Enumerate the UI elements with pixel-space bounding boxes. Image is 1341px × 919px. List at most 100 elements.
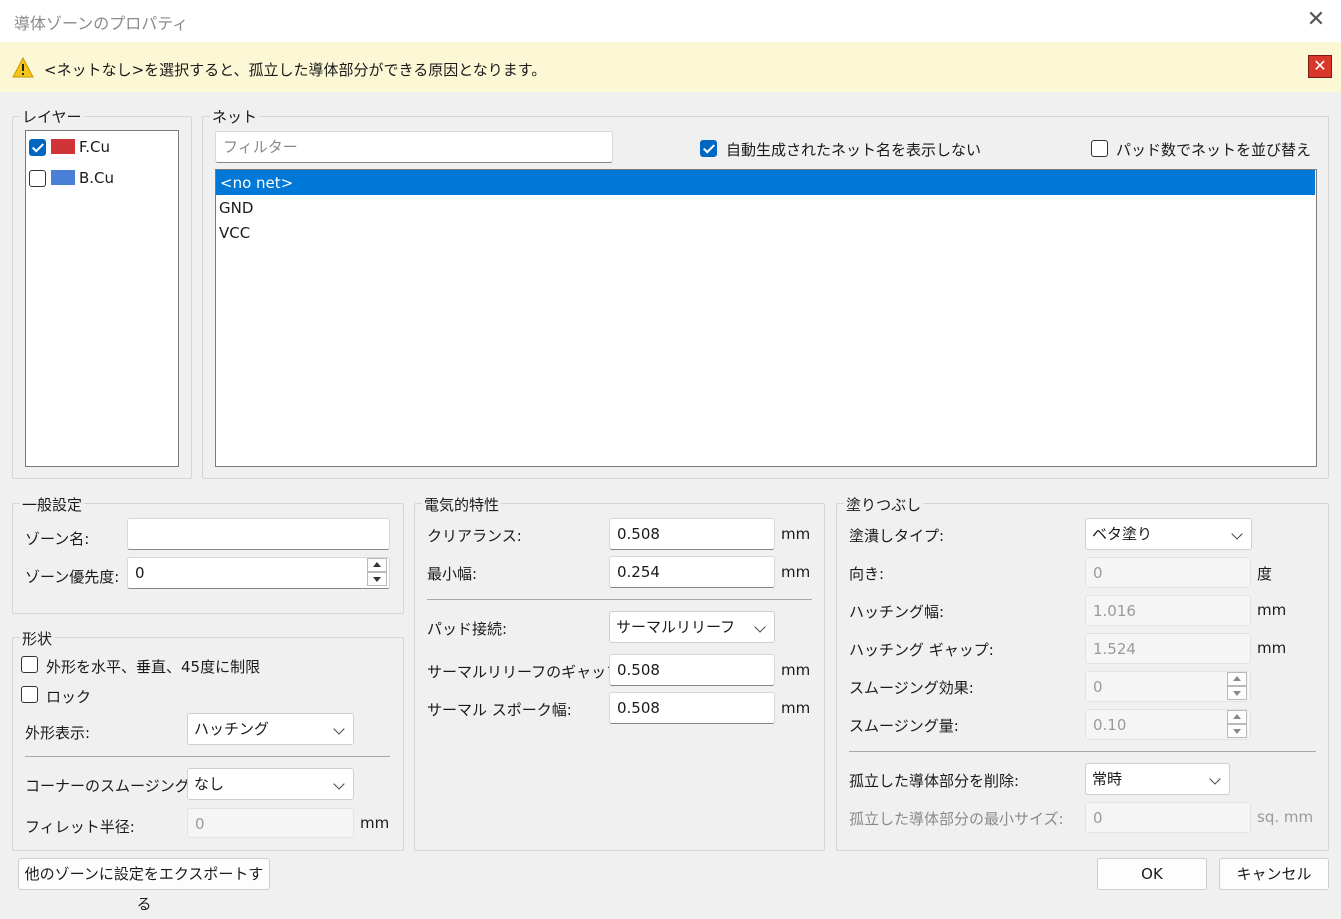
spin-up-icon bbox=[1233, 714, 1241, 719]
net-item-no-net: <no net> bbox=[220, 174, 294, 192]
fillet-radius-unit: mm bbox=[360, 814, 390, 832]
window-title: 導体ゾーンのプロパティ bbox=[14, 14, 189, 33]
electrical-label: 電気的特性 bbox=[422, 494, 502, 515]
clearance-label: クリアランス: bbox=[427, 527, 522, 545]
sort-by-pads-checkbox[interactable] bbox=[1091, 140, 1108, 157]
pad-connection-value: サーマルリリーフ bbox=[616, 618, 736, 636]
outline-display-value: ハッチング bbox=[194, 720, 270, 738]
pad-connection-label: パッド接続: bbox=[427, 620, 508, 638]
warning-message: <ネットなし>を選択すると、孤立した導体部分ができる原因となります。 bbox=[44, 61, 547, 79]
chevron-down-icon bbox=[1231, 528, 1243, 540]
hatch-width-unit: mm bbox=[1257, 601, 1287, 619]
hatch-gap-input[interactable]: 1.524 bbox=[1085, 633, 1251, 664]
fillet-radius-input[interactable]: 0 bbox=[187, 808, 354, 838]
fill-type-label: 塗潰しタイプ: bbox=[849, 527, 945, 545]
outline-display-select[interactable]: ハッチング bbox=[187, 713, 354, 745]
close-icon[interactable]: ✕ bbox=[1303, 6, 1329, 34]
net-filter-input[interactable]: フィルター bbox=[215, 131, 613, 163]
chevron-down-icon bbox=[754, 621, 766, 633]
fill-type-value: ベタ塗り bbox=[1092, 525, 1153, 543]
title-bar bbox=[0, 0, 1341, 42]
remove-islands-label: 孤立した導体部分を削除: bbox=[849, 772, 1020, 790]
net-item-gnd[interactable]: GND bbox=[219, 199, 253, 217]
hide-auto-nets-label: 自動生成されたネット名を表示しない bbox=[726, 141, 982, 159]
export-settings-button[interactable]: 他のゾーンに設定をエクスポートする bbox=[18, 858, 270, 913]
zone-priority-label: ゾーン優先度: bbox=[25, 568, 120, 586]
min-island-input[interactable]: 0 bbox=[1085, 802, 1251, 833]
min-width-unit: mm bbox=[781, 563, 811, 581]
zone-priority-input[interactable]: 0 bbox=[127, 557, 390, 589]
warning-close-icon[interactable]: ✕ bbox=[1308, 55, 1332, 78]
net-filter-placeholder: フィルター bbox=[223, 138, 298, 156]
layer-label-bcu: B.Cu bbox=[79, 169, 115, 187]
zone-name-label: ゾーン名: bbox=[25, 530, 90, 548]
orientation-input[interactable]: 0 bbox=[1085, 557, 1251, 588]
fill-divider bbox=[849, 751, 1316, 752]
net-item-vcc[interactable]: VCC bbox=[219, 224, 250, 242]
chevron-down-icon bbox=[1209, 773, 1221, 785]
shape-divider bbox=[25, 756, 390, 757]
lock-label: ロック bbox=[46, 688, 92, 706]
net-list-item-selected[interactable] bbox=[216, 170, 1315, 195]
layer-checkbox-fcu[interactable] bbox=[29, 139, 46, 156]
min-island-unit: sq. mm bbox=[1257, 808, 1314, 826]
smoothing-effort-spin-up[interactable] bbox=[1227, 672, 1247, 686]
spin-down-icon bbox=[1233, 729, 1241, 734]
priority-spin-up[interactable] bbox=[367, 558, 387, 572]
general-label: 一般設定 bbox=[20, 494, 85, 515]
clearance-input[interactable]: 0.508 bbox=[609, 518, 775, 550]
smoothing-effort-label: スムージング効果: bbox=[849, 679, 974, 697]
smoothing-amount-label: スムージング量: bbox=[849, 717, 959, 735]
lock-checkbox[interactable] bbox=[21, 686, 38, 703]
outline-display-label: 外形表示: bbox=[25, 724, 91, 742]
remove-islands-value: 常時 bbox=[1092, 770, 1123, 788]
constrain-outline-label: 外形を水平、垂直、45度に制限 bbox=[46, 658, 261, 676]
sort-by-pads-label: パッド数でネットを並び替え bbox=[1116, 141, 1312, 159]
corner-smoothing-label: コーナーのスムージング: bbox=[25, 777, 195, 795]
electrical-divider bbox=[427, 599, 812, 600]
zone-name-input[interactable] bbox=[127, 518, 390, 550]
chevron-down-icon bbox=[333, 723, 345, 735]
layers-label: レイヤー bbox=[20, 106, 84, 127]
warning-icon bbox=[12, 57, 34, 78]
min-width-label: 最小幅: bbox=[427, 565, 478, 583]
hatch-gap-label: ハッチング ギャップ: bbox=[849, 641, 994, 659]
spin-down-icon bbox=[1233, 691, 1241, 696]
cancel-button[interactable]: キャンセル bbox=[1219, 858, 1329, 890]
hatch-width-label: ハッチング幅: bbox=[849, 603, 945, 621]
shape-label: 形状 bbox=[20, 628, 55, 649]
smoothing-effort-spin-down[interactable] bbox=[1227, 686, 1247, 700]
fill-label: 塗りつぶし bbox=[844, 494, 924, 515]
thermal-gap-input[interactable]: 0.508 bbox=[609, 654, 775, 686]
spoke-width-unit: mm bbox=[781, 699, 811, 717]
pad-connection-select[interactable]: サーマルリリーフ bbox=[609, 611, 775, 643]
hide-auto-nets-checkbox[interactable] bbox=[700, 140, 717, 157]
layer-swatch-bcu bbox=[51, 170, 75, 185]
ok-button[interactable]: OK bbox=[1097, 858, 1207, 890]
net-list[interactable] bbox=[215, 169, 1317, 467]
spoke-width-input[interactable]: 0.508 bbox=[609, 692, 775, 724]
min-width-input[interactable]: 0.254 bbox=[609, 556, 775, 588]
smoothing-amount-spin-down[interactable] bbox=[1227, 724, 1247, 738]
spin-down-icon bbox=[373, 577, 381, 582]
hatch-gap-unit: mm bbox=[1257, 639, 1287, 657]
layer-swatch-fcu bbox=[51, 139, 75, 154]
corner-smoothing-select[interactable]: なし bbox=[187, 768, 354, 800]
priority-spin-down[interactable] bbox=[367, 572, 387, 586]
thermal-gap-label: サーマルリリーフのギャップ: bbox=[427, 663, 627, 681]
spoke-width-label: サーマル スポーク幅: bbox=[427, 701, 572, 719]
min-island-label: 孤立した導体部分の最小サイズ: bbox=[849, 810, 1064, 828]
layer-label-fcu: F.Cu bbox=[79, 138, 110, 156]
corner-smoothing-value: なし bbox=[194, 775, 225, 793]
smoothing-amount-spin-up[interactable] bbox=[1227, 710, 1247, 724]
constrain-outline-checkbox[interactable] bbox=[21, 656, 38, 673]
thermal-gap-unit: mm bbox=[781, 661, 811, 679]
fill-type-select[interactable]: ベタ塗り bbox=[1085, 518, 1252, 550]
clearance-unit: mm bbox=[781, 525, 811, 543]
orientation-label: 向き: bbox=[849, 565, 885, 583]
spin-up-icon bbox=[373, 562, 381, 567]
nets-label: ネット bbox=[210, 106, 260, 127]
remove-islands-select[interactable]: 常時 bbox=[1085, 763, 1230, 795]
layer-checkbox-bcu[interactable] bbox=[29, 170, 46, 187]
hatch-width-input[interactable]: 1.016 bbox=[1085, 595, 1251, 626]
